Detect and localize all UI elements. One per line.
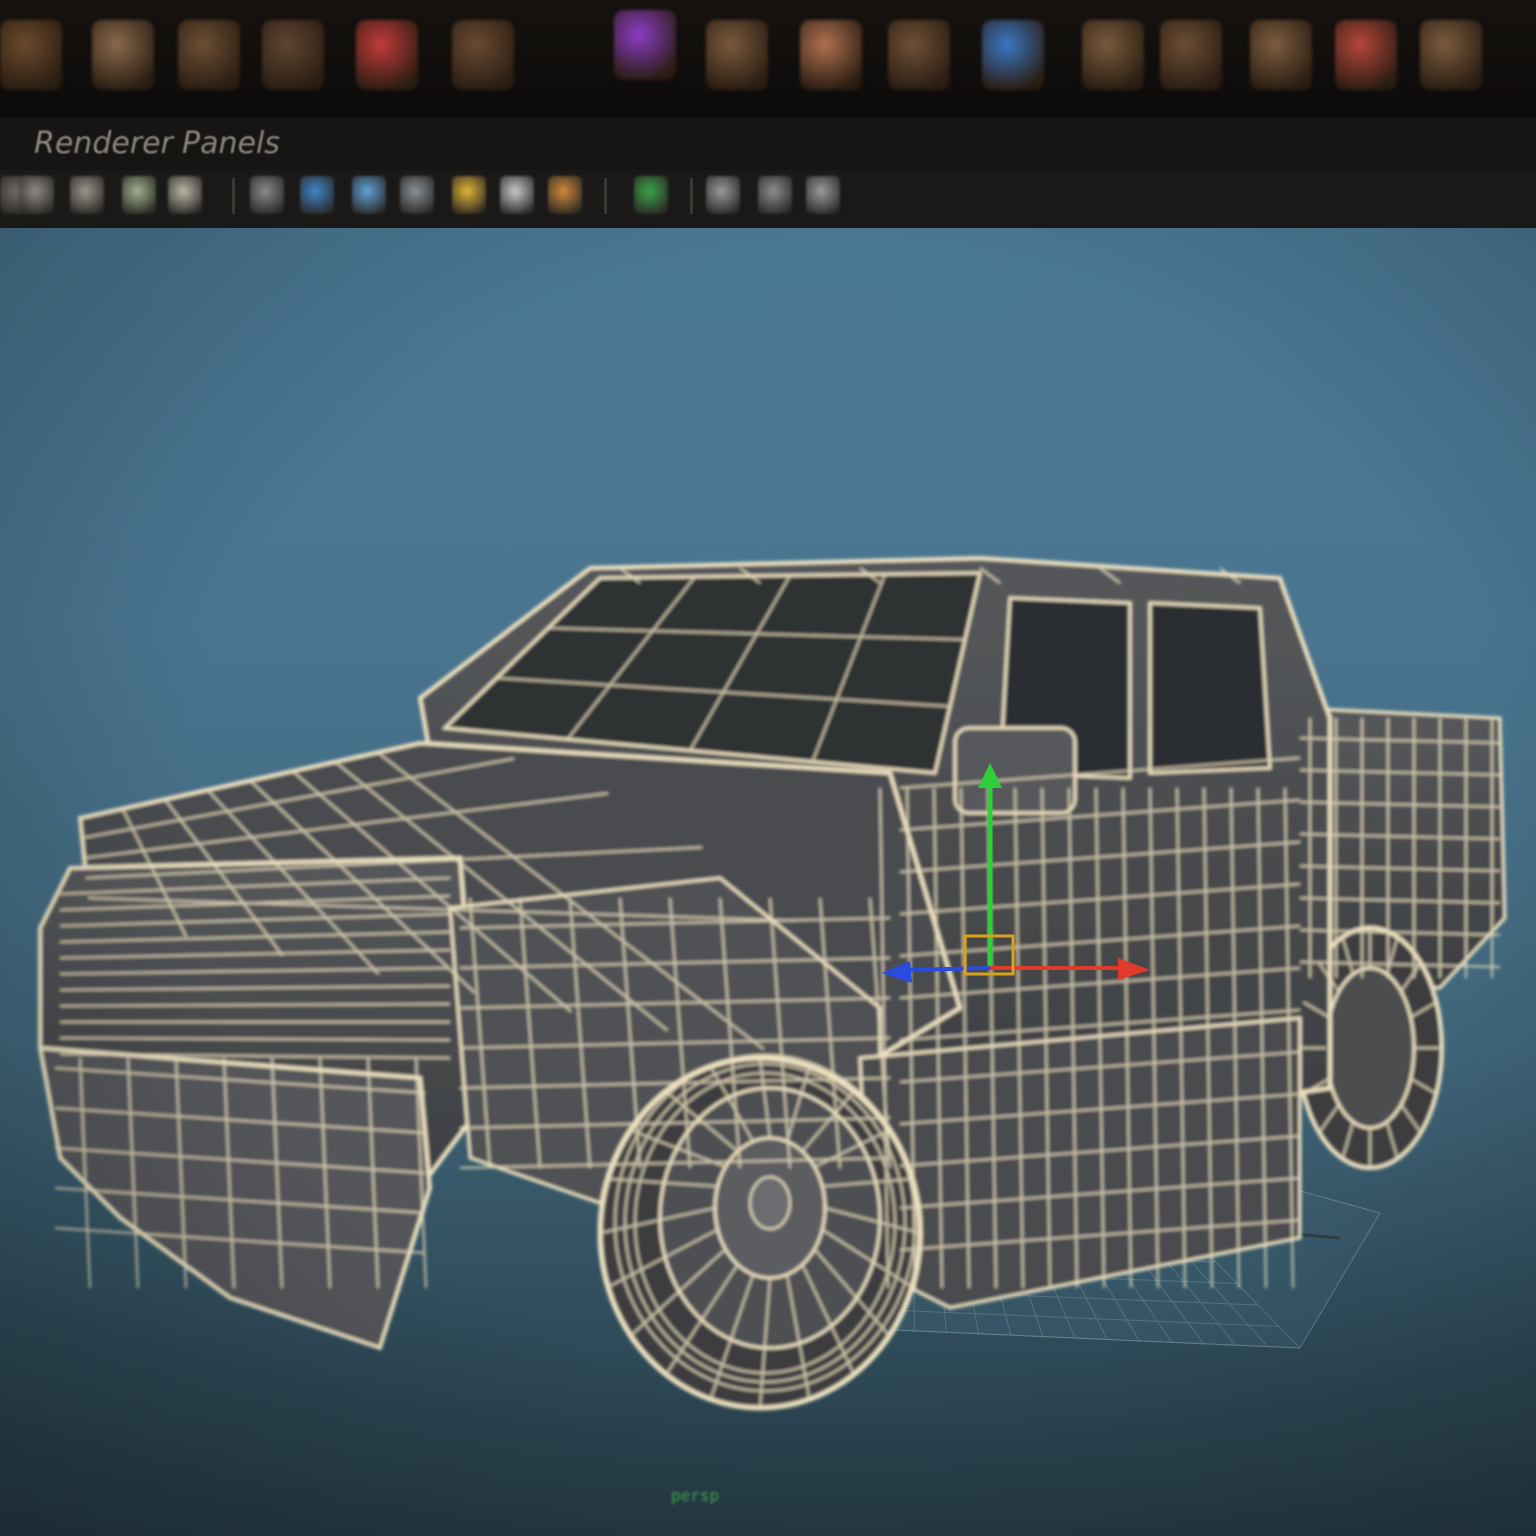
perspective-viewport[interactable]: persp: [0, 228, 1536, 1536]
shelf-polygon-cone-icon[interactable]: [92, 20, 154, 90]
shelf-separate-icon[interactable]: [452, 20, 514, 90]
shelf-bounding-cube-icon[interactable]: [614, 10, 676, 80]
camera-attributes-icon[interactable]: [20, 176, 54, 214]
shelf-fill-hole-icon[interactable]: [982, 20, 1044, 90]
smooth-shade-icon[interactable]: [300, 176, 334, 214]
2d-pan-zoom-icon[interactable]: [168, 176, 202, 214]
image-plane-icon[interactable]: [122, 176, 156, 214]
shelf-mirror-icon[interactable]: [1082, 20, 1144, 90]
panel-toolbar: [0, 170, 1536, 228]
shelf-bridge-icon[interactable]: [1250, 20, 1312, 90]
shadows-icon[interactable]: [500, 176, 534, 214]
shelf-smooth-icon[interactable]: [888, 20, 950, 90]
panel-menu-bar: Renderer Panels: [0, 118, 1536, 172]
shelf-icon-row: [0, 8, 1536, 108]
toolbar-separator: [232, 178, 235, 214]
menu-panels[interactable]: Panels: [182, 126, 280, 161]
menu-renderer[interactable]: Renderer: [34, 126, 173, 161]
camera-name-label: persp: [670, 1486, 720, 1505]
shelf: [0, 0, 1536, 118]
xray-icon[interactable]: [400, 176, 434, 214]
isolate-select-icon[interactable]: [634, 176, 668, 214]
shelf-combine-icon[interactable]: [356, 20, 418, 90]
shelf-extrude-icon[interactable]: [1160, 20, 1222, 90]
bookmark-icon[interactable]: [70, 176, 104, 214]
move-axis-z[interactable]: [904, 966, 991, 972]
shelf-extract-icon[interactable]: [706, 20, 768, 90]
viewport-scene: [37, 555, 1507, 1411]
toolbar-separator: [690, 178, 693, 214]
maya-window: Renderer Panels persp: [0, 0, 1536, 1536]
shelf-boolean-icon[interactable]: [800, 20, 862, 90]
resolution-gate-icon[interactable]: [758, 176, 792, 214]
shelf-polygon-sphere-icon[interactable]: [0, 20, 62, 90]
wireframe-icon[interactable]: [250, 176, 284, 214]
shelf-polygon-torus-icon[interactable]: [262, 20, 324, 90]
front-wheel[interactable]: [597, 1055, 923, 1411]
shelf-split-icon[interactable]: [1420, 20, 1482, 90]
wireframe-on-shaded-icon[interactable]: [352, 176, 386, 214]
use-default-light-icon[interactable]: [452, 176, 486, 214]
textured-icon[interactable]: [548, 176, 582, 214]
film-gate-icon[interactable]: [806, 176, 840, 214]
shelf-append-icon[interactable]: [1335, 20, 1397, 90]
grid-toggle-icon[interactable]: [706, 176, 740, 214]
shelf-polygon-cylinder-icon[interactable]: [178, 20, 240, 90]
toolbar-separator: [604, 178, 607, 214]
